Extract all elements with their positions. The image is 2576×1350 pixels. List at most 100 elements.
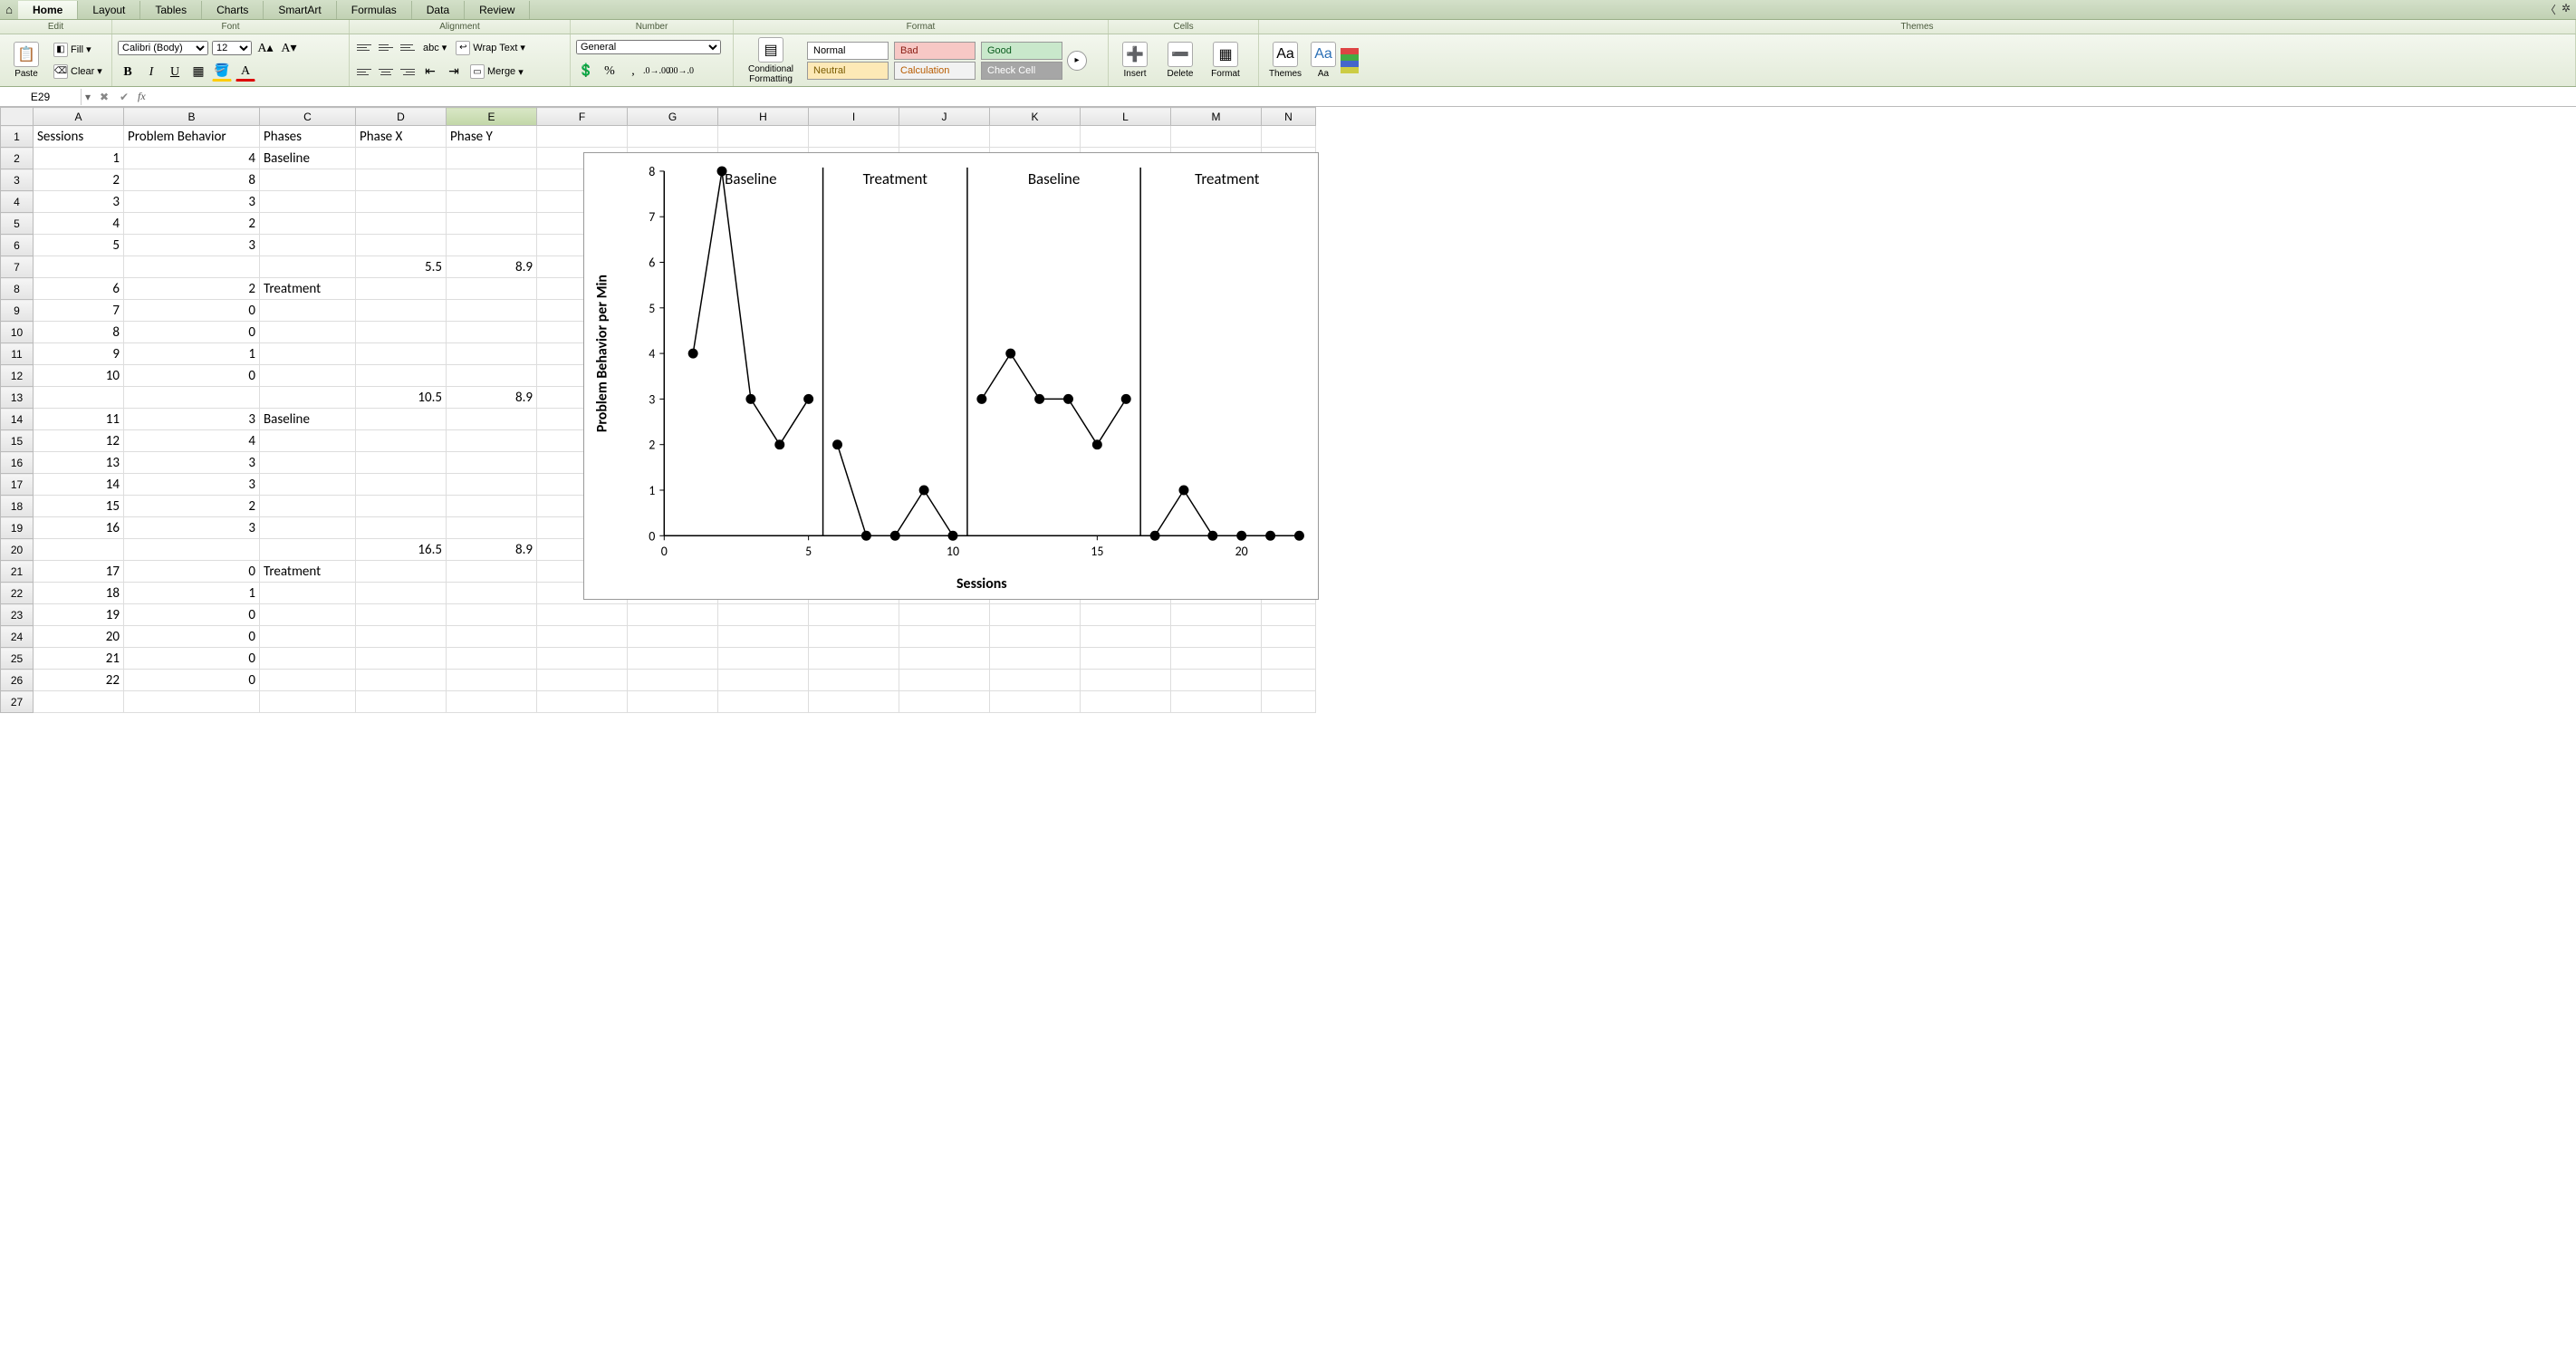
cell-C15[interactable] (260, 430, 356, 452)
cell-D21[interactable] (356, 561, 447, 583)
increase-decimal-button[interactable]: .0→.00 (647, 63, 667, 81)
themes-button[interactable]: AaThemes (1264, 42, 1306, 79)
cell-E21[interactable] (447, 561, 537, 583)
tab-data[interactable]: Data (412, 1, 465, 19)
cell-C23[interactable] (260, 604, 356, 626)
row-header-1[interactable]: 1 (1, 126, 34, 148)
select-all-corner[interactable] (1, 108, 34, 126)
cell-F23[interactable] (537, 604, 628, 626)
cell-F24[interactable] (537, 626, 628, 648)
row-header-15[interactable]: 15 (1, 430, 34, 452)
cell-C6[interactable] (260, 235, 356, 256)
cell-B9[interactable]: 0 (124, 300, 260, 322)
cell-A21[interactable]: 17 (34, 561, 124, 583)
cell-K26[interactable] (990, 670, 1081, 691)
cell-B23[interactable]: 0 (124, 604, 260, 626)
row-header-13[interactable]: 13 (1, 387, 34, 409)
cell-B20[interactable] (124, 539, 260, 561)
row-header-12[interactable]: 12 (1, 365, 34, 387)
cell-A4[interactable]: 3 (34, 191, 124, 213)
cell-D24[interactable] (356, 626, 447, 648)
cell-K23[interactable] (990, 604, 1081, 626)
cell-C21[interactable]: Treatment (260, 561, 356, 583)
cell-B7[interactable] (124, 256, 260, 278)
row-header-21[interactable]: 21 (1, 561, 34, 583)
cell-B12[interactable]: 0 (124, 365, 260, 387)
cell-B16[interactable]: 3 (124, 452, 260, 474)
cell-A15[interactable]: 12 (34, 430, 124, 452)
cell-E13[interactable]: 8.9 (447, 387, 537, 409)
style-normal[interactable]: Normal (807, 42, 889, 60)
cell-J26[interactable] (899, 670, 990, 691)
tab-charts[interactable]: Charts (202, 1, 264, 19)
cell-E20[interactable]: 8.9 (447, 539, 537, 561)
cell-D26[interactable] (356, 670, 447, 691)
font-size-select[interactable]: 12 (212, 41, 252, 55)
cell-M1[interactable] (1171, 126, 1262, 148)
cell-B1[interactable]: Problem Behavior (124, 126, 260, 148)
cell-K25[interactable] (990, 648, 1081, 670)
cell-C14[interactable]: Baseline (260, 409, 356, 430)
theme-colors-button[interactable] (1341, 48, 1359, 73)
merge-button[interactable]: ▭Merge▾ (467, 63, 526, 80)
cell-G1[interactable] (628, 126, 718, 148)
cell-C2[interactable]: Baseline (260, 148, 356, 169)
cell-B15[interactable]: 4 (124, 430, 260, 452)
cell-E2[interactable] (447, 148, 537, 169)
cell-N25[interactable] (1262, 648, 1316, 670)
row-header-4[interactable]: 4 (1, 191, 34, 213)
cell-C16[interactable] (260, 452, 356, 474)
tab-home[interactable]: Home (18, 1, 78, 19)
cell-B25[interactable]: 0 (124, 648, 260, 670)
cell-C11[interactable] (260, 343, 356, 365)
cell-H1[interactable] (718, 126, 809, 148)
cell-C19[interactable] (260, 517, 356, 539)
cell-L25[interactable] (1081, 648, 1171, 670)
cell-H23[interactable] (718, 604, 809, 626)
cell-B3[interactable]: 8 (124, 169, 260, 191)
cell-C17[interactable] (260, 474, 356, 496)
clear-button[interactable]: ⌫Clear▾ (51, 63, 105, 80)
column-header-A[interactable]: A (34, 108, 124, 126)
cell-E12[interactable] (447, 365, 537, 387)
column-header-D[interactable]: D (356, 108, 447, 126)
cell-G23[interactable] (628, 604, 718, 626)
cell-A16[interactable]: 13 (34, 452, 124, 474)
cell-E17[interactable] (447, 474, 537, 496)
column-header-G[interactable]: G (628, 108, 718, 126)
cancel-formula-button[interactable]: ✖ (94, 91, 114, 103)
row-header-27[interactable]: 27 (1, 691, 34, 713)
cell-D20[interactable]: 16.5 (356, 539, 447, 561)
cell-D12[interactable] (356, 365, 447, 387)
cell-D19[interactable] (356, 517, 447, 539)
fill-color-button[interactable]: 🪣 (212, 63, 232, 82)
row-header-3[interactable]: 3 (1, 169, 34, 191)
row-header-10[interactable]: 10 (1, 322, 34, 343)
row-header-24[interactable]: 24 (1, 626, 34, 648)
cell-B17[interactable]: 3 (124, 474, 260, 496)
cell-J23[interactable] (899, 604, 990, 626)
style-neutral[interactable]: Neutral (807, 62, 889, 80)
cell-E3[interactable] (447, 169, 537, 191)
cell-F26[interactable] (537, 670, 628, 691)
style-check-cell[interactable]: Check Cell (981, 62, 1062, 80)
cell-D6[interactable] (356, 235, 447, 256)
name-box-dropdown-icon[interactable]: ▾ (82, 91, 94, 103)
cell-A14[interactable]: 11 (34, 409, 124, 430)
home-icon[interactable]: ⌂ (0, 3, 18, 16)
cell-B14[interactable]: 3 (124, 409, 260, 430)
tab-formulas[interactable]: Formulas (337, 1, 412, 19)
cell-D17[interactable] (356, 474, 447, 496)
cell-F1[interactable] (537, 126, 628, 148)
cell-E11[interactable] (447, 343, 537, 365)
row-header-5[interactable]: 5 (1, 213, 34, 235)
cell-A9[interactable]: 7 (34, 300, 124, 322)
cell-D14[interactable] (356, 409, 447, 430)
styles-more-button[interactable]: ▸ (1067, 51, 1087, 71)
paste-button[interactable]: 📋 Paste (5, 42, 47, 79)
font-color-button[interactable]: A (235, 63, 255, 82)
cell-C18[interactable] (260, 496, 356, 517)
cell-M24[interactable] (1171, 626, 1262, 648)
decrease-decimal-button[interactable]: .00→.0 (670, 63, 690, 81)
shrink-font-button[interactable]: A▾ (279, 39, 299, 57)
